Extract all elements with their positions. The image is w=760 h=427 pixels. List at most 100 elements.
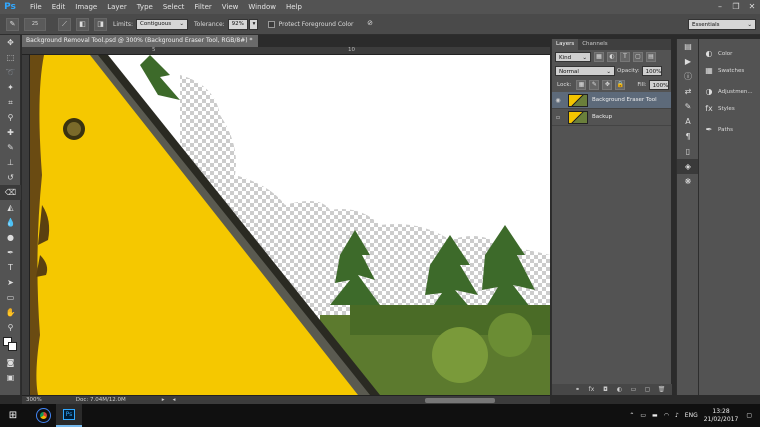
eye-icon[interactable]: ◉ (552, 97, 564, 104)
tab-layers[interactable]: Layers (552, 39, 579, 50)
zoom-tool-icon[interactable]: ⚲ (0, 320, 21, 335)
language-indicator[interactable]: ENG (685, 412, 698, 419)
layer-row[interactable]: ◉ Background Eraser Tool (552, 92, 671, 109)
blend-mode-select[interactable]: Normal ⌄ (555, 66, 615, 76)
menu-window[interactable]: Window (248, 0, 276, 14)
menu-edit[interactable]: Edit (52, 0, 66, 14)
windows-start-icon[interactable]: ⊞ (0, 404, 26, 427)
fill-input[interactable]: 100% (648, 80, 669, 90)
brush-tool-icon[interactable]: ✎ (0, 140, 21, 155)
clock[interactable]: 13:28 21/02/2017 (704, 408, 739, 424)
status-menu-arrow[interactable]: ▸ (162, 397, 165, 403)
actions-icon[interactable]: ▶ (677, 54, 699, 69)
volume-icon[interactable]: ♪ (675, 412, 679, 419)
eye-hidden-icon[interactable]: ▫ (552, 114, 564, 121)
chrome-icon[interactable] (30, 404, 56, 427)
notifications-icon[interactable]: ▢ (746, 412, 752, 419)
dodge-tool-icon[interactable]: ● (0, 230, 21, 245)
filter-smart-icon[interactable]: ▤ (646, 52, 656, 62)
limits-select[interactable]: Contiguous ⌄ (136, 18, 189, 30)
side-panel-swatches[interactable]: ▦ Swatches (699, 62, 760, 79)
move-tool-icon[interactable]: ✥ (0, 35, 21, 50)
battery-icon[interactable]: ▬ (652, 412, 658, 419)
background-eraser-tool-icon[interactable]: ⌫ (0, 185, 21, 200)
side-panel-color[interactable]: ◐ Color (699, 45, 760, 62)
blur-tool-icon[interactable]: 💧 (0, 215, 21, 230)
rectangle-tool-icon[interactable]: ▭ (0, 290, 21, 305)
lock-all-icon[interactable]: 🔒 (615, 80, 626, 90)
menu-filter[interactable]: Filter (194, 0, 211, 14)
paint-bucket-tool-icon[interactable]: ◭ (0, 200, 21, 215)
pen-tool-icon[interactable]: ✒ (0, 245, 21, 260)
properties-icon[interactable]: ⇄ (677, 84, 699, 99)
horizontal-scrollbar[interactable] (425, 397, 496, 403)
eyedropper-tool-icon[interactable]: ⚲ (0, 110, 21, 125)
tool-preset-icon[interactable]: ✎ (6, 17, 19, 31)
link-layers-icon[interactable]: ⚭ (573, 386, 582, 394)
zoom-level[interactable]: 300% (26, 397, 42, 403)
workspace-select[interactable]: Essentials ⌄ (688, 19, 756, 30)
healing-brush-tool-icon[interactable]: ✚ (0, 125, 21, 140)
tolerance-input[interactable]: 92% (227, 18, 248, 30)
sampling-background-icon[interactable]: ◨ (94, 17, 107, 31)
clone-stamp-tool-icon[interactable]: ⊥ (0, 155, 21, 170)
photoshop-taskbar-icon[interactable]: Ps (56, 404, 82, 427)
character-icon[interactable]: A (677, 114, 699, 129)
channels-panel-icon[interactable]: ❋ (677, 174, 699, 189)
kind-filter-select[interactable]: Kind ⌄ (555, 52, 591, 62)
filter-shape-icon[interactable]: ▢ (633, 52, 643, 62)
wifi-icon[interactable]: ◠ (664, 412, 669, 419)
crop-tool-icon[interactable]: ⌗ (0, 95, 21, 110)
path-select-tool-icon[interactable]: ➤ (0, 275, 21, 290)
history-brush-tool-icon[interactable]: ↺ (0, 170, 21, 185)
filter-type-icon[interactable]: T (620, 52, 630, 62)
side-panel-adjustments[interactable]: ◑ Adjustmen... (699, 83, 760, 100)
close-button[interactable]: ✕ (744, 0, 760, 14)
menu-type[interactable]: Type (137, 0, 153, 14)
protect-foreground-checkbox[interactable] (267, 20, 275, 28)
quick-mask-icon[interactable]: ◙ (0, 355, 21, 370)
trash-icon[interactable]: 🗑 (657, 386, 666, 394)
adjustment-layer-icon[interactable]: ◐ (615, 386, 624, 394)
tab-channels[interactable]: Channels (578, 39, 611, 50)
side-panel-paths[interactable]: ✒ Paths (699, 121, 760, 138)
fx-icon[interactable]: fx (587, 386, 596, 394)
desktop-icon[interactable]: ▭ (640, 412, 646, 419)
brush-panel-icon[interactable]: ✎ (677, 99, 699, 114)
network-icon[interactable]: ⌃ (629, 412, 634, 419)
document-tab[interactable]: Background Removal Tool.psd @ 300% (Back… (22, 35, 258, 47)
horizontal-ruler[interactable]: 5 10 (22, 47, 550, 55)
marquee-tool-icon[interactable]: ⬚ (0, 50, 21, 65)
pressure-size-icon[interactable]: ⊘ (364, 18, 377, 31)
tolerance-dropdown[interactable]: ▾ (248, 18, 258, 30)
minimize-button[interactable]: – (712, 0, 728, 14)
menu-help[interactable]: Help (286, 0, 302, 14)
sampling-once-icon[interactable]: ◧ (76, 17, 89, 31)
layers-panel-icon[interactable]: ◈ (677, 159, 699, 174)
menu-layer[interactable]: Layer (107, 0, 127, 14)
menu-select[interactable]: Select (163, 0, 185, 14)
lock-position-icon[interactable]: ✥ (602, 80, 613, 90)
screen-mode-icon[interactable]: ▣ (0, 370, 21, 385)
filter-pixel-icon[interactable]: ▦ (594, 52, 604, 62)
group-icon[interactable]: ▭ (629, 386, 638, 394)
brush-preset-picker[interactable]: 25 (24, 17, 46, 31)
new-layer-icon[interactable]: ▢ (643, 386, 652, 394)
doc-size[interactable]: Doc: 7.04M/12.0M (76, 397, 126, 403)
restore-button[interactable]: ❐ (728, 0, 744, 14)
scroll-left-arrow[interactable]: ◂ (173, 397, 176, 403)
mask-icon[interactable]: ◘ (601, 386, 610, 394)
paragraph-icon[interactable]: ¶ (677, 129, 699, 144)
side-panel-styles[interactable]: fx Styles (699, 100, 760, 117)
type-tool-icon[interactable]: T (0, 260, 21, 275)
color-swatches-icon[interactable] (0, 335, 21, 355)
opacity-input[interactable]: 100% (641, 66, 662, 76)
menu-view[interactable]: View (222, 0, 239, 14)
filter-adjustment-icon[interactable]: ◐ (607, 52, 617, 62)
notes-icon[interactable]: ▯ (677, 144, 699, 159)
layer-row[interactable]: ▫ Backup (552, 109, 671, 126)
sampling-continuous-icon[interactable]: ⟋ (58, 17, 71, 31)
lock-image-icon[interactable]: ✎ (589, 80, 600, 90)
info-icon[interactable]: ⓘ (677, 69, 699, 84)
hand-tool-icon[interactable]: ✋ (0, 305, 21, 320)
